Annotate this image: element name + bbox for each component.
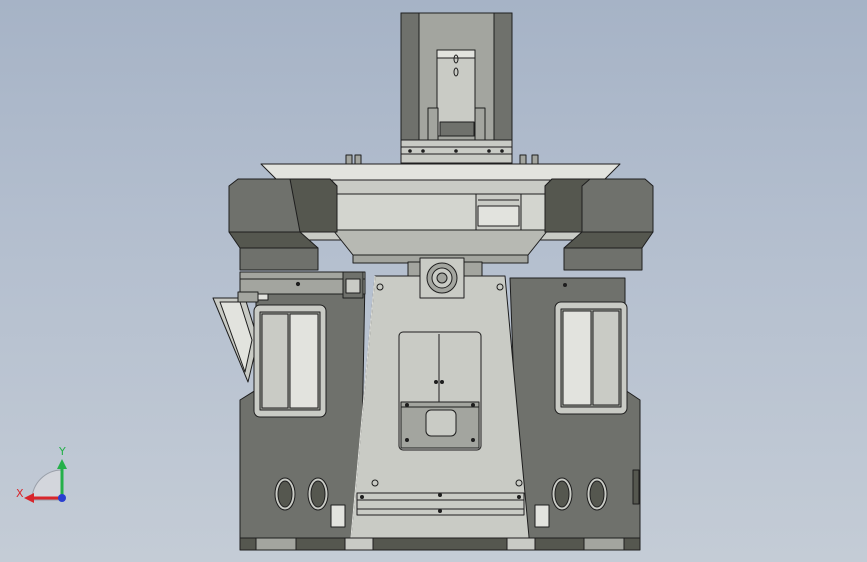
- y-axis-label: Y: [58, 445, 66, 458]
- graphics-viewport[interactable]: X Y: [0, 0, 867, 562]
- coordinate-triad: X Y: [16, 445, 67, 503]
- x-axis-label: X: [16, 487, 24, 500]
- z-axis-point-icon: [58, 494, 66, 502]
- triad-base-icon: [31, 469, 63, 501]
